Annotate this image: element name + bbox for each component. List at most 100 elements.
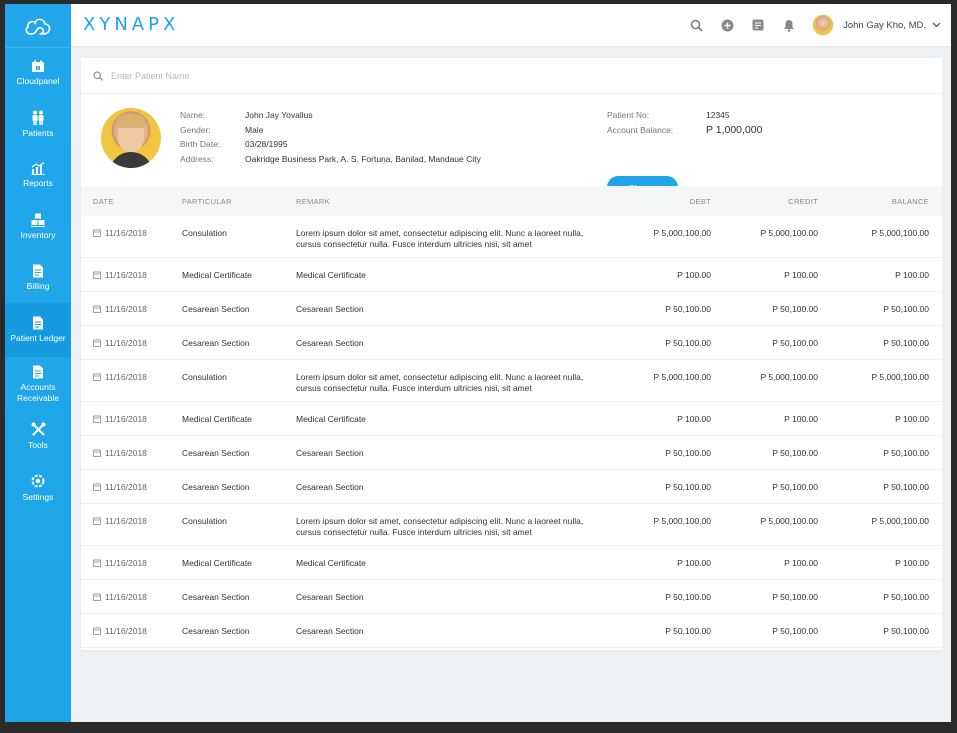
cell-date: 11/16/2018 xyxy=(81,448,182,458)
table-row[interactable]: 11/16/2018 Consulation Lorem ipsum dolor s… xyxy=(81,360,942,402)
patient-details: Name: John Jay Yovallus Gender: Male Birth… xyxy=(180,108,481,166)
search-bar xyxy=(81,58,942,94)
reports-icon xyxy=(31,162,45,176)
brand-logo[interactable]: XYNAPX xyxy=(83,14,179,35)
sidebar-item-settings[interactable]: Settings xyxy=(5,462,71,513)
cell-date: 11/16/2018 xyxy=(81,626,182,636)
calendar-icon xyxy=(93,229,101,237)
sidebar-item-patient-ledger[interactable]: Patient Ledger xyxy=(5,303,71,357)
table-row[interactable]: 11/16/2018 Medical Certificate Medical Cer… xyxy=(81,402,942,436)
cell-debt: P 5,000,100.00 xyxy=(653,516,711,526)
cell-particular: Consulation xyxy=(182,372,227,382)
bell-icon[interactable] xyxy=(781,17,797,33)
inventory-icon xyxy=(31,213,45,227)
table-row[interactable]: 11/16/2018 Cesarean Section Cesarean Secti… xyxy=(81,436,942,470)
search-icon[interactable] xyxy=(688,17,704,33)
calendar-icon xyxy=(93,593,101,601)
cell-balance: P 100.00 xyxy=(895,270,929,280)
cell-debt: P 5,000,100.00 xyxy=(653,228,711,238)
add-icon[interactable] xyxy=(719,17,735,33)
patient-name: John Jay Yovallus xyxy=(245,110,313,120)
sidebar-item-billing[interactable]: Billing xyxy=(5,252,71,303)
column-header-credit[interactable]: CREDIT xyxy=(711,197,818,206)
app-logo[interactable] xyxy=(5,4,71,48)
cell-particular: Medical Certificate xyxy=(182,270,252,280)
cell-balance: P 50,100.00 xyxy=(883,304,929,314)
notes-icon[interactable] xyxy=(750,17,766,33)
cell-remark: Lorem ipsum dolor sit amet, consectetur … xyxy=(296,372,584,393)
cell-credit: P 100.00 xyxy=(784,414,818,424)
cell-particular: Consulation xyxy=(182,516,227,526)
calendar-icon xyxy=(93,415,101,423)
cell-particular: Cesarean Section xyxy=(182,304,250,314)
calendar-icon xyxy=(93,373,101,381)
column-header-debt[interactable]: DEBT xyxy=(601,197,711,206)
column-header-balance[interactable]: BALANCE xyxy=(818,197,929,206)
date-text: 11/16/2018 xyxy=(105,414,147,424)
ledger-table: DATE PARTICULAR REMARK DEBT CREDIT BALAN… xyxy=(81,186,942,648)
column-header-remark[interactable]: REMARK xyxy=(296,196,601,207)
table-row[interactable]: 11/16/2018 Consulation Lorem ipsum dolor s… xyxy=(81,504,942,546)
calendar-icon xyxy=(93,339,101,347)
date-text: 11/16/2018 xyxy=(105,516,147,526)
table-body: 11/16/2018 Consulation Lorem ipsum dolor s… xyxy=(81,216,942,648)
sidebar-item-tools[interactable]: Tools xyxy=(5,411,71,462)
cell-remark: Cesarean Section xyxy=(296,304,364,314)
birth-date-label: Birth Date: xyxy=(180,139,221,149)
account-balance: P 1,000,000 xyxy=(706,123,763,136)
sidebar-item-reports[interactable]: Reports xyxy=(5,150,71,201)
cell-balance: P 100.00 xyxy=(895,414,929,424)
patient-address: Oakridge Business Park, A. S. Fortuna, B… xyxy=(245,153,481,164)
cell-remark: Cesarean Section xyxy=(296,482,364,492)
sidebar-item-label: Inventory xyxy=(20,229,56,240)
patient-no: 12345 xyxy=(706,110,730,120)
cell-remark: Medical Certificate xyxy=(296,414,366,424)
search-icon xyxy=(93,70,103,81)
sidebar: Cloudpanel Patients Reports Inventory Billin… xyxy=(5,4,71,722)
table-row[interactable]: 11/16/2018 Cesarean Section Cesarean Secti… xyxy=(81,326,942,360)
table-row[interactable]: 11/16/2018 Cesarean Section Cesarean Secti… xyxy=(81,292,942,326)
sidebar-item-label: Settings xyxy=(22,491,54,502)
user-name[interactable]: John Gay Kho, MD. xyxy=(843,20,926,31)
cell-debt: P 50,100.00 xyxy=(665,338,711,348)
table-row[interactable]: 11/16/2018 Medical Certificate Medical Cer… xyxy=(81,546,942,580)
cell-credit: P 50,100.00 xyxy=(772,338,818,348)
sidebar-item-cloudpanel[interactable]: Cloudpanel xyxy=(5,48,71,99)
cell-debt: P 100.00 xyxy=(677,270,711,280)
column-header-particular[interactable]: PARTICULAR xyxy=(182,197,296,206)
table-row[interactable]: 11/16/2018 Cesarean Section Cesarean Secti… xyxy=(81,470,942,504)
sidebar-item-patients[interactable]: Patients xyxy=(5,99,71,150)
patient-search-input[interactable] xyxy=(111,70,411,81)
settings-icon xyxy=(30,473,46,489)
ledger-icon xyxy=(32,316,44,330)
date-text: 11/16/2018 xyxy=(105,338,147,348)
cell-balance: P 5,000,100.00 xyxy=(871,516,929,526)
user-avatar[interactable] xyxy=(812,14,835,36)
top-bar: XYNAPX John Gay Kho, MD. xyxy=(71,4,951,46)
cell-credit: P 50,100.00 xyxy=(772,592,818,602)
cell-credit: P 100.00 xyxy=(784,270,818,280)
column-header-date[interactable]: DATE xyxy=(81,197,182,206)
chevron-down-icon[interactable] xyxy=(932,22,941,28)
sidebar-item-label: Reports xyxy=(23,178,53,189)
table-row[interactable]: 11/16/2018 Medical Certificate Medical Cer… xyxy=(81,258,942,292)
cell-credit: P 50,100.00 xyxy=(772,448,818,458)
cell-particular: Medical Certificate xyxy=(182,558,252,568)
cell-balance: P 50,100.00 xyxy=(883,482,929,492)
cloudpanel-icon xyxy=(31,60,45,73)
patient-info: Name: John Jay Yovallus Gender: Male Birth… xyxy=(81,94,942,199)
sidebar-item-label: Cloudpanel xyxy=(16,76,60,87)
cell-particular: Consulation xyxy=(182,228,227,238)
receivable-icon xyxy=(32,365,44,379)
table-row[interactable]: 11/16/2018 Consulation Lorem ipsum dolor s… xyxy=(81,216,942,258)
cell-debt: P 5,000,100.00 xyxy=(653,372,711,382)
sidebar-item-accounts-receivable[interactable]: Accounts Receivable xyxy=(5,357,71,411)
account-details: Patient No: 12345 Account Balance: P 1,000… xyxy=(607,108,762,137)
table-row[interactable]: 11/16/2018 Cesarean Section Cesarean Secti… xyxy=(81,614,942,648)
cell-debt: P 50,100.00 xyxy=(665,626,711,636)
cell-date: 11/16/2018 xyxy=(81,372,182,382)
patient-birth-date: 03/28/1995 xyxy=(245,139,288,149)
sidebar-item-inventory[interactable]: Inventory xyxy=(5,201,71,252)
table-row[interactable]: 11/16/2018 Cesarean Section Cesarean Secti… xyxy=(81,580,942,614)
cell-debt: P 50,100.00 xyxy=(665,592,711,602)
